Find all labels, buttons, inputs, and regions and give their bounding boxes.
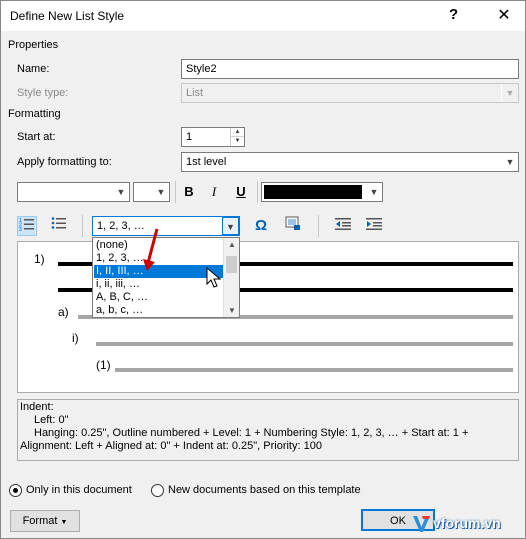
bold-button[interactable]: B — [179, 182, 199, 202]
start-at-spinner[interactable]: 1 ▲ ▼ — [181, 127, 245, 147]
style-description: Indent: Left: 0" Hanging: 0.25", Outline… — [17, 399, 519, 461]
font-size-dropdown[interactable]: ▼ — [133, 182, 170, 202]
symbol-icon[interactable]: Ω — [251, 216, 271, 236]
picture-bullet-icon[interactable] — [283, 216, 303, 236]
toolbar-divider — [318, 215, 319, 237]
desc-line: Left: 0" — [34, 414, 69, 426]
font-color-swatch — [264, 185, 362, 199]
toolbar-divider — [175, 181, 176, 203]
only-this-document-label[interactable]: Only in this document — [26, 484, 132, 496]
define-list-style-dialog: Define New List Style ? ✕ Properties Nam… — [0, 0, 526, 539]
chevron-down-icon: ▼ — [501, 153, 518, 171]
apply-formatting-value: 1st level — [186, 156, 227, 168]
close-button[interactable]: ✕ — [486, 4, 522, 28]
spin-down-icon[interactable]: ▼ — [231, 137, 244, 146]
preview-level-3-label: i) — [72, 331, 79, 345]
chevron-down-icon: ▼ — [112, 183, 129, 201]
svg-text:3: 3 — [19, 227, 22, 231]
watermark-text: vforum.vn — [433, 515, 501, 531]
apply-formatting-dropdown[interactable]: 1st level ▼ — [181, 152, 519, 172]
title-bar: Define New List Style ? ✕ — [1, 1, 525, 31]
spinner-buttons[interactable]: ▲ ▼ — [230, 128, 244, 146]
watermark-logo: vforum.vn — [411, 512, 525, 536]
desc-line: Alignment: Left + Aligned at: 0" + Inden… — [20, 440, 322, 452]
list-option[interactable]: a, b, c, … — [94, 304, 224, 317]
numbering-style-dropdown[interactable]: 1, 2, 3, … ▼ — [92, 216, 240, 236]
name-field[interactable]: Style2 — [181, 59, 519, 79]
list-option[interactable]: i, ii, iii, … — [94, 278, 224, 291]
preview-level-1-label: 1) — [34, 252, 45, 266]
style-type-value: List — [186, 87, 204, 99]
spin-up-icon[interactable]: ▲ — [231, 128, 244, 137]
start-at-label: Start at: — [17, 131, 56, 143]
desc-line: Indent: — [20, 401, 54, 413]
only-this-document-radio[interactable] — [9, 484, 22, 497]
list-option[interactable]: A, B, C, … — [94, 291, 224, 304]
font-color-dropdown[interactable]: ▼ — [261, 182, 383, 202]
new-documents-radio[interactable] — [151, 484, 164, 497]
scroll-up-icon[interactable]: ▲ — [224, 238, 240, 251]
preview-line — [115, 368, 513, 372]
decrease-indent-icon[interactable] — [333, 216, 353, 236]
help-button[interactable]: ? — [449, 6, 458, 23]
underline-button[interactable]: U — [231, 182, 251, 202]
desc-line: Hanging: 0.25", Outline numbered + Level… — [34, 427, 469, 439]
vforum-logo-icon — [413, 516, 430, 532]
listbox-scrollbar[interactable]: ▲ ▼ — [223, 238, 239, 317]
toolbar-divider — [257, 181, 258, 203]
formatting-heading: Formatting — [8, 108, 61, 120]
increase-indent-icon[interactable] — [364, 216, 384, 236]
format-button-label: Format — [22, 515, 58, 527]
dialog-title: Define New List Style — [10, 9, 125, 23]
scroll-down-icon[interactable]: ▼ — [224, 304, 240, 317]
scroll-thumb[interactable] — [226, 256, 237, 273]
chevron-down-icon: ▼ — [222, 217, 239, 235]
mouse-cursor-icon — [206, 267, 222, 288]
bullets-icon[interactable] — [49, 216, 69, 236]
apply-formatting-label: Apply formatting to: — [17, 156, 112, 168]
style-type-dropdown[interactable]: List ▼ — [181, 83, 519, 103]
format-button[interactable]: Format ▼ — [10, 510, 80, 532]
preview-level-4-label: (1) — [96, 358, 111, 372]
numbering-icon[interactable]: 123 — [17, 216, 37, 236]
chevron-down-icon: ▼ — [365, 183, 382, 201]
start-at-value: 1 — [186, 131, 193, 143]
properties-heading: Properties — [8, 39, 59, 51]
red-arrow-icon — [143, 228, 159, 271]
chevron-down-icon: ▼ — [152, 183, 169, 201]
numbering-style-value: 1, 2, 3, … — [97, 220, 145, 232]
font-dropdown[interactable]: ▼ — [17, 182, 130, 202]
italic-button[interactable]: I — [204, 182, 224, 202]
toolbar-divider — [82, 215, 83, 237]
style-type-label: Style type: — [17, 87, 69, 99]
preview-line — [96, 342, 513, 346]
chevron-down-icon: ▼ — [501, 84, 518, 102]
new-documents-label[interactable]: New documents based on this template — [168, 484, 361, 496]
preview-level-2-label: a) — [58, 305, 69, 319]
name-value: Style2 — [186, 63, 217, 75]
name-label: Name: — [17, 63, 50, 75]
caret-down-icon: ▼ — [60, 519, 68, 526]
